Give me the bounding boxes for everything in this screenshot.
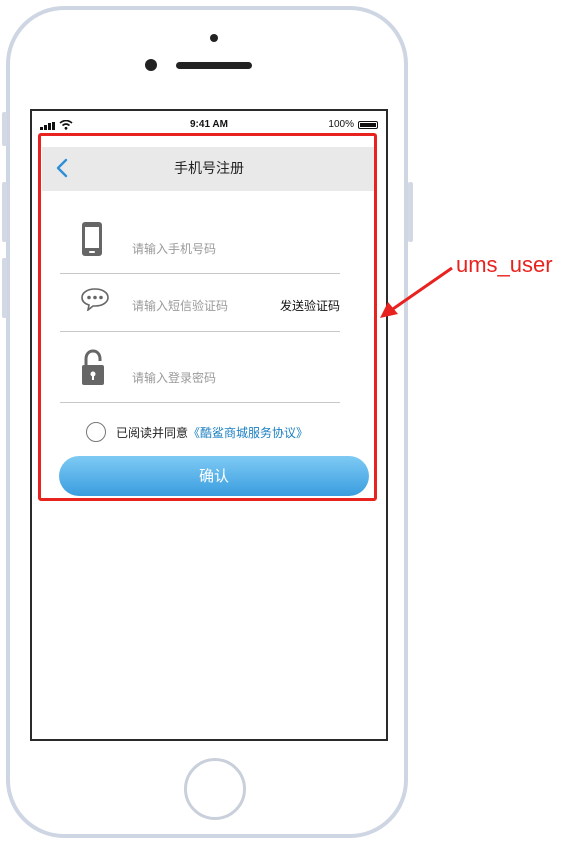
status-bar: 9:41 AM 100% bbox=[32, 111, 386, 133]
front-camera bbox=[145, 59, 157, 71]
phone-side-button bbox=[2, 258, 7, 318]
phone-side-button bbox=[408, 182, 413, 242]
phone-side-button bbox=[2, 182, 7, 242]
battery-percent: 100% bbox=[328, 119, 354, 130]
home-button[interactable] bbox=[184, 758, 246, 820]
annotation-arrow-icon bbox=[380, 266, 453, 318]
sensor-dot bbox=[210, 34, 218, 42]
highlight-box bbox=[38, 133, 377, 501]
annotation-label: ums_user bbox=[456, 252, 553, 277]
phone-speaker bbox=[176, 62, 252, 69]
phone-side-button bbox=[2, 112, 7, 146]
battery-icon bbox=[358, 121, 378, 129]
